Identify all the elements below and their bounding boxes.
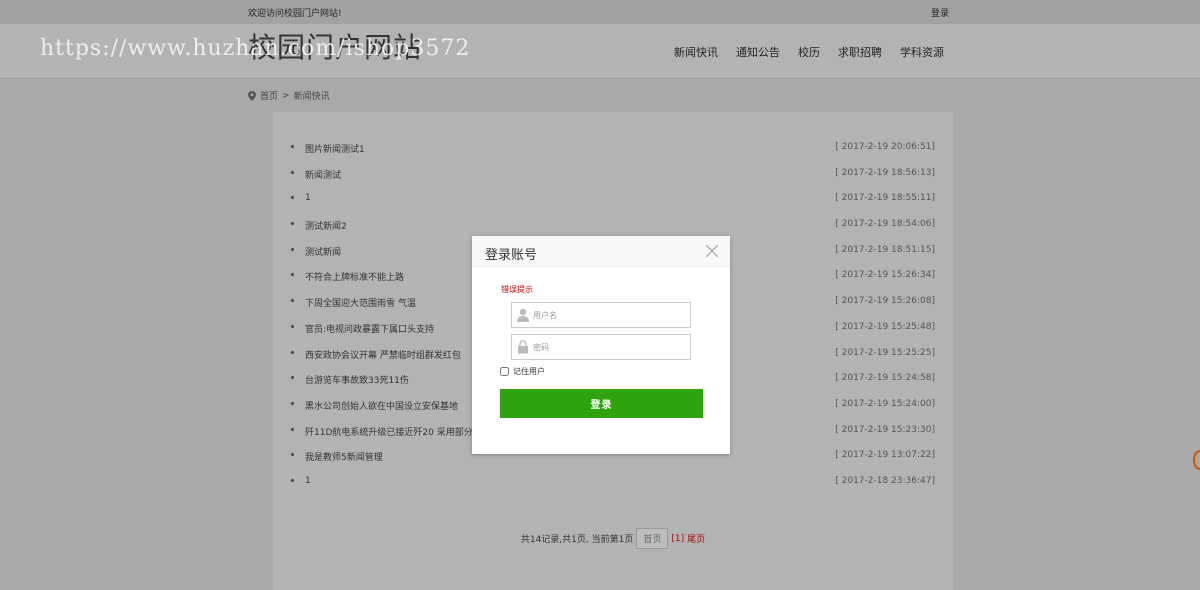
watermark-text: https://www.huzhan.com/ishop3572 (40, 36, 471, 61)
news-timestamp: [ 2017-2-18 23:36:47] (835, 475, 935, 486)
username-field (511, 302, 691, 328)
bullet-icon (291, 145, 294, 148)
list-item: 1 [ 2017-2-19 18:55:11] (291, 193, 935, 219)
bullet-icon (291, 247, 294, 251)
news-timestamp: [ 2017-2-19 15:24:58] (835, 373, 935, 384)
news-timestamp: [ 2017-2-19 18:56:13] (835, 167, 935, 178)
news-timestamp: [ 2017-2-19 18:51:15] (835, 244, 935, 255)
password-input[interactable] (533, 335, 683, 359)
top-login-link[interactable]: 登录 (931, 6, 949, 19)
remember-label: 记住用户 (513, 367, 545, 376)
modal-title: 登录账号 (485, 248, 538, 263)
news-title-link[interactable]: 不符合上牌标准不能上路 (305, 270, 404, 283)
login-modal: 登录账号 错误提示 记住用户 登录 (472, 236, 730, 454)
nav-item-notices[interactable]: 通知公告 (736, 44, 780, 60)
news-title-link[interactable]: 下周全国迎大范围雨雪 气温 (305, 296, 416, 309)
news-title-link[interactable]: 黑水公司创始人欲在中国设立安保基地 (305, 399, 458, 412)
floating-edge-icon[interactable] (1193, 450, 1200, 470)
bullet-icon (291, 478, 294, 482)
last-page-link[interactable]: 尾页 (687, 532, 705, 545)
bullet-icon (291, 170, 294, 174)
news-title-link[interactable]: 我是教师5新闻管理 (305, 450, 383, 463)
news-title-link[interactable]: 官员:电视问政暴露下属口头支持 (305, 322, 434, 335)
nav-item-resources[interactable]: 学科资源 (900, 44, 944, 60)
nav-item-calendar[interactable]: 校历 (798, 44, 820, 60)
bullet-icon (291, 427, 294, 431)
list-item: 我是教师5新闻管理 [ 2017-2-19 13:07:22] (291, 450, 935, 476)
breadcrumb-home[interactable]: 首页 (260, 89, 278, 102)
breadcrumb-separator: > (282, 90, 290, 101)
news-title-link[interactable]: 测试新闻 (305, 245, 341, 258)
first-page-button[interactable]: 首页 (636, 528, 669, 549)
list-item: 新闻测试 [ 2017-2-19 18:56:13] (291, 168, 935, 194)
user-icon (517, 308, 529, 322)
lock-icon (517, 340, 529, 354)
news-title-link[interactable]: 1 (305, 476, 311, 486)
nav-item-news[interactable]: 新闻快讯 (674, 44, 718, 60)
news-timestamp: [ 2017-2-19 15:26:34] (835, 270, 935, 281)
welcome-text: 欢迎访问校园门户网站! (248, 9, 342, 19)
bullet-icon (291, 376, 294, 380)
current-page: [1] (671, 533, 685, 544)
news-title-link[interactable]: 台游览车事故致33死11伤 (305, 373, 409, 386)
news-timestamp: [ 2017-2-19 15:24:00] (835, 398, 935, 409)
modal-header: 登录账号 (472, 236, 730, 267)
username-input[interactable] (533, 303, 683, 327)
news-timestamp: [ 2017-2-19 18:54:06] (835, 219, 935, 230)
location-pin-icon (248, 90, 256, 101)
bullet-icon (291, 273, 294, 277)
breadcrumb-current: 新闻快讯 (293, 92, 330, 102)
bullet-icon (291, 196, 294, 200)
news-timestamp: [ 2017-2-19 15:23:30] (835, 424, 935, 435)
pagination-summary: 共14记录,共1页, 当前第1页 (520, 535, 634, 545)
pagination: 共14记录,共1页, 当前第1页 首页 [1] 尾页 (273, 528, 953, 549)
news-timestamp: [ 2017-2-19 15:25:48] (835, 321, 935, 332)
news-title-link[interactable]: 测试新闻2 (305, 219, 347, 232)
password-field (511, 334, 691, 360)
bullet-icon (291, 299, 294, 303)
bullet-icon (291, 350, 294, 354)
news-title-link[interactable]: 1 (305, 193, 311, 203)
news-title-link[interactable]: 图片新闻测试1 (305, 142, 365, 155)
bullet-icon (291, 401, 294, 405)
news-title-link[interactable]: 新闻测试 (305, 168, 341, 181)
list-item: 图片新闻测试1 [ 2017-2-19 20:06:51] (291, 142, 935, 168)
close-icon[interactable] (705, 244, 719, 258)
news-timestamp: [ 2017-2-19 13:07:22] (835, 450, 935, 461)
top-bar: 欢迎访问校园门户网站! 登录 (0, 0, 1200, 24)
error-message: 错误提示 (501, 285, 533, 294)
remember-user: 记住用户 (500, 366, 545, 377)
news-timestamp: [ 2017-2-19 15:25:25] (835, 347, 935, 358)
news-timestamp: [ 2017-2-19 18:55:11] (835, 193, 935, 204)
site-header: 校园门户网站 https://www.huzhan.com/ishop3572 … (0, 24, 1200, 79)
nav-item-jobs[interactable]: 求职招聘 (838, 44, 882, 60)
bullet-icon (291, 453, 294, 457)
news-title-link[interactable]: 西安政协会议开幕 严禁临时组群发红包 (305, 348, 461, 361)
news-timestamp: [ 2017-2-19 15:26:08] (835, 296, 935, 307)
breadcrumb: 首页 > 新闻快讯 (248, 89, 330, 102)
login-submit-button[interactable]: 登录 (500, 389, 703, 418)
list-item: 1 [ 2017-2-18 23:36:47] (291, 476, 935, 502)
news-timestamp: [ 2017-2-19 20:06:51] (835, 142, 935, 152)
main-nav: 新闻快讯 通知公告 校历 求职招聘 学科资源 (674, 44, 944, 60)
bullet-icon (291, 324, 294, 328)
bullet-icon (291, 222, 294, 226)
remember-checkbox[interactable] (500, 367, 509, 376)
